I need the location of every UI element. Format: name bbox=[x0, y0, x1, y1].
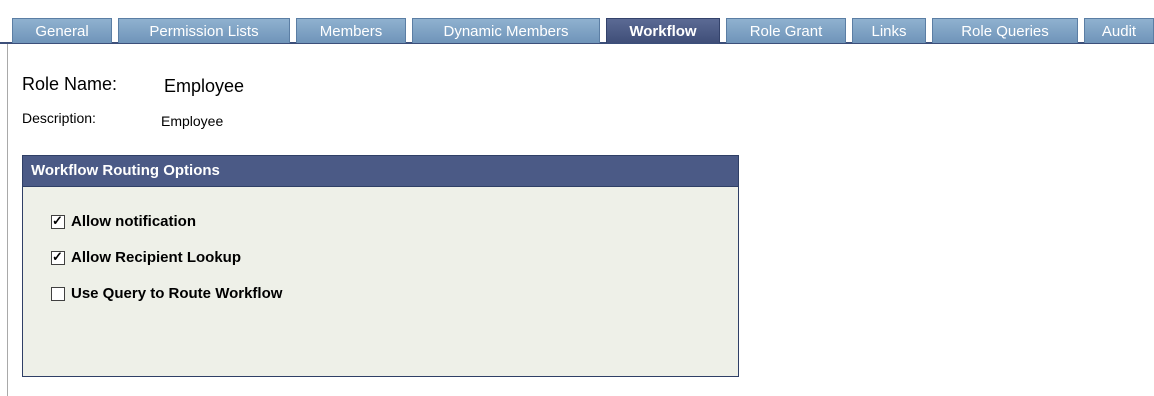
tab-members[interactable]: Members bbox=[296, 18, 406, 43]
use-query-to-route-workflow-label: Use Query to Route Workflow bbox=[71, 285, 283, 302]
tab-workflow[interactable]: Workflow bbox=[606, 18, 720, 43]
description-value: Employee bbox=[161, 113, 224, 129]
tab-bar: General Permission Lists Members Dynamic… bbox=[0, 16, 1154, 44]
checkbox-unchecked-icon[interactable] bbox=[51, 287, 65, 301]
page-frame-left-border bbox=[7, 44, 8, 396]
tab-dynamic-members[interactable]: Dynamic Members bbox=[412, 18, 600, 43]
description-label: Description: bbox=[22, 110, 96, 126]
role-name-label: Role Name: bbox=[22, 74, 118, 94]
tab-role-queries[interactable]: Role Queries bbox=[932, 18, 1078, 43]
tab-audit[interactable]: Audit bbox=[1084, 18, 1154, 43]
workflow-routing-options-panel: Workflow Routing Options ✓ Allow notific… bbox=[22, 155, 739, 377]
tab-permission-lists[interactable]: Permission Lists bbox=[118, 18, 290, 43]
allow-notification-label: Allow notification bbox=[71, 213, 196, 230]
panel-title: Workflow Routing Options bbox=[23, 156, 738, 187]
allow-recipient-lookup-label: Allow Recipient Lookup bbox=[71, 249, 242, 266]
checkbox-checked-icon[interactable]: ✓ bbox=[51, 213, 65, 229]
tab-links[interactable]: Links bbox=[852, 18, 926, 43]
tab-general[interactable]: General bbox=[12, 18, 112, 43]
tab-role-grant[interactable]: Role Grant bbox=[726, 18, 846, 43]
role-name-value: Employee bbox=[164, 76, 245, 96]
checkbox-checked-icon[interactable]: ✓ bbox=[51, 249, 65, 265]
